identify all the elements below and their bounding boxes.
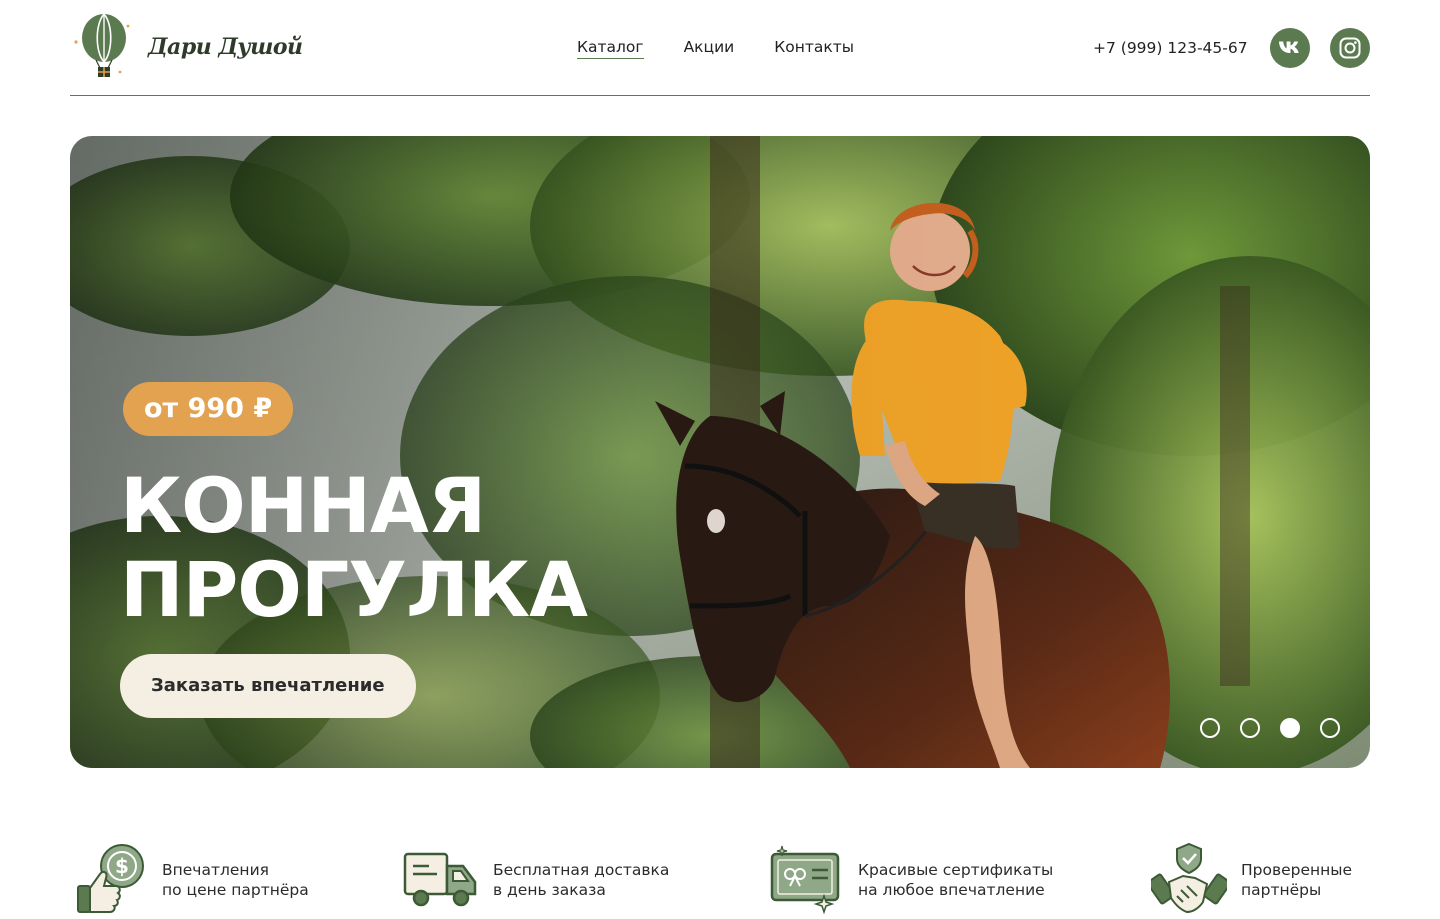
delivery-truck-icon: [403, 852, 477, 907]
feature-certificates: Красивые сертификаты на любое впечатлени…: [768, 842, 1053, 918]
feature-text: Бесплатная доставка в день заказа: [493, 860, 669, 900]
feature-partner-price: $ Впечатления по цене партнёра: [72, 842, 309, 918]
feature-text: Красивые сертификаты на любое впечатлени…: [858, 860, 1053, 900]
slider-dot-1[interactable]: [1200, 718, 1220, 738]
price-badge: от 990 ₽: [123, 382, 294, 436]
phone-link[interactable]: +7 (999) 123-45-67: [1093, 39, 1248, 57]
feature-text: Проверенные партнёры: [1241, 860, 1352, 900]
feature-line: на любое впечатление: [858, 881, 1045, 899]
thumbs-up-coin-icon: $: [77, 844, 144, 913]
feature-line: по цене партнёра: [162, 881, 309, 899]
feature-line: партнёры: [1241, 881, 1322, 899]
hero-slider: от 990 ₽ КОННАЯ ПРОГУЛКА Заказать впечат…: [70, 136, 1370, 768]
instagram-button[interactable]: [1330, 28, 1370, 68]
nav-link-catalog[interactable]: Каталог: [577, 38, 644, 59]
hero-title-line-2: ПРОГУЛКА: [120, 545, 588, 634]
feature-line: Впечатления: [162, 861, 269, 879]
brand-name: Дари Душой: [148, 34, 303, 60]
feature-line: Проверенные: [1241, 861, 1353, 879]
nav-link-promotions[interactable]: Акции: [684, 38, 735, 59]
hero-title-line-1: КОННАЯ: [120, 461, 486, 550]
vk-button[interactable]: [1270, 28, 1310, 68]
feature-verified-partners: Проверенные партнёры: [1151, 842, 1352, 918]
svg-text:$: $: [115, 854, 129, 878]
feature-line: в день заказа: [493, 881, 606, 899]
slider-dot-3[interactable]: [1280, 718, 1300, 738]
logo-link[interactable]: Дари Душой: [70, 12, 303, 82]
slider-pagination: [1200, 718, 1340, 738]
handshake-shield-icon: [1151, 842, 1227, 914]
hero-title: КОННАЯ ПРОГУЛКА: [120, 461, 588, 634]
nav-link-contacts[interactable]: Контакты: [774, 38, 854, 59]
slider-dot-4[interactable]: [1320, 718, 1340, 738]
hot-air-balloon-logo-icon: [74, 13, 130, 77]
gift-certificate-icon: [770, 845, 840, 915]
feature-line: Бесплатная доставка: [493, 861, 670, 879]
vk-icon: [1279, 41, 1299, 53]
slider-dot-2[interactable]: [1240, 718, 1260, 738]
feature-text: Впечатления по цене партнёра: [162, 860, 309, 900]
order-experience-button[interactable]: Заказать впечатление: [120, 654, 416, 718]
feature-free-delivery: Бесплатная доставка в день заказа: [403, 842, 669, 918]
feature-line: Красивые сертификаты: [858, 861, 1054, 879]
site-header: Дари Душой Каталог Акции Контакты +7 (99…: [70, 0, 1370, 96]
instagram-icon: [1339, 37, 1361, 59]
main-nav: Каталог Акции Контакты: [577, 38, 854, 59]
